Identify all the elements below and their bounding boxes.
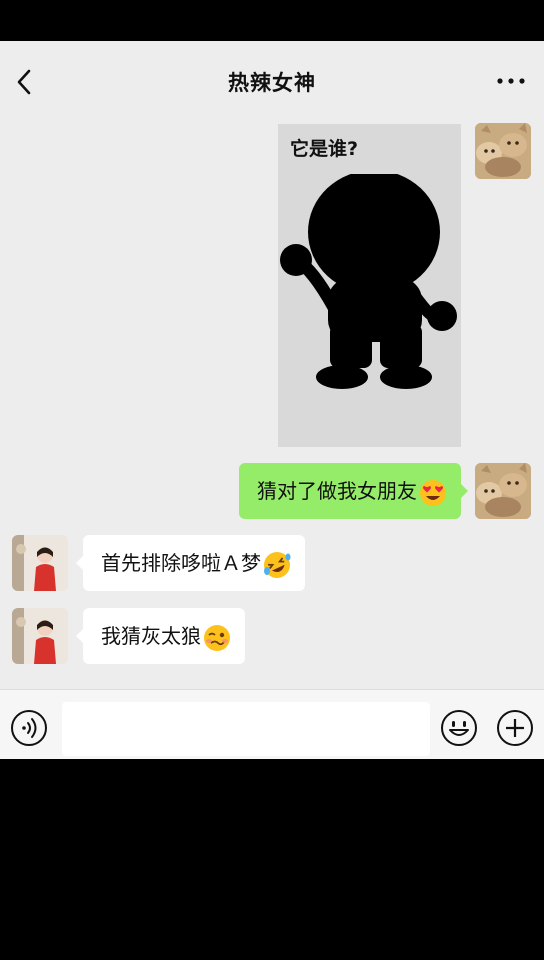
rolling-laughing-emoji — [264, 551, 291, 578]
image-caption: 它是谁? — [290, 138, 359, 160]
my-avatar[interactable] — [475, 463, 531, 519]
smiley-icon[interactable] — [440, 709, 478, 747]
message-text: 首先排除哆啦Ａ梦 — [101, 551, 261, 575]
doraemon-silhouette-image — [280, 174, 457, 389]
heart-eyes-emoji — [420, 479, 446, 506]
cats-avatar-image — [475, 123, 531, 179]
message-text: 我猜灰太狼 — [101, 624, 201, 648]
contact-avatar[interactable] — [12, 608, 68, 664]
contact-avatar[interactable] — [12, 535, 68, 591]
woman-avatar-image — [12, 535, 68, 591]
plus-icon[interactable] — [496, 709, 534, 747]
my-avatar[interactable] — [475, 123, 531, 179]
message-bubble-received[interactable]: 首先排除哆啦Ａ梦 — [76, 535, 305, 591]
message-text: 猜对了做我女朋友 — [257, 479, 417, 503]
chat-title: 热辣女神 — [228, 71, 316, 95]
composer-bar — [0, 689, 544, 759]
bubble-tail — [76, 628, 84, 644]
bubble-tail — [460, 483, 468, 499]
voice-icon[interactable] — [10, 709, 48, 747]
ellipsis-icon[interactable] — [496, 75, 526, 87]
message-bubble-sent[interactable]: 猜对了做我女朋友 — [239, 463, 468, 519]
bubble-tail — [76, 555, 84, 571]
woozy-face-emoji — [204, 624, 230, 651]
cats-avatar-image — [475, 463, 531, 519]
top-bar: 热辣女神 — [0, 41, 544, 123]
image-message[interactable]: 它是谁? — [278, 124, 461, 447]
message-input[interactable] — [62, 702, 430, 756]
chat-screen: 热辣女神 它是谁? 猜对了做我女朋友 首先排除哆啦Ａ梦 我猜灰太狼 — [0, 41, 544, 759]
woman-avatar-image — [12, 608, 68, 664]
message-bubble-received[interactable]: 我猜灰太狼 — [76, 608, 245, 664]
